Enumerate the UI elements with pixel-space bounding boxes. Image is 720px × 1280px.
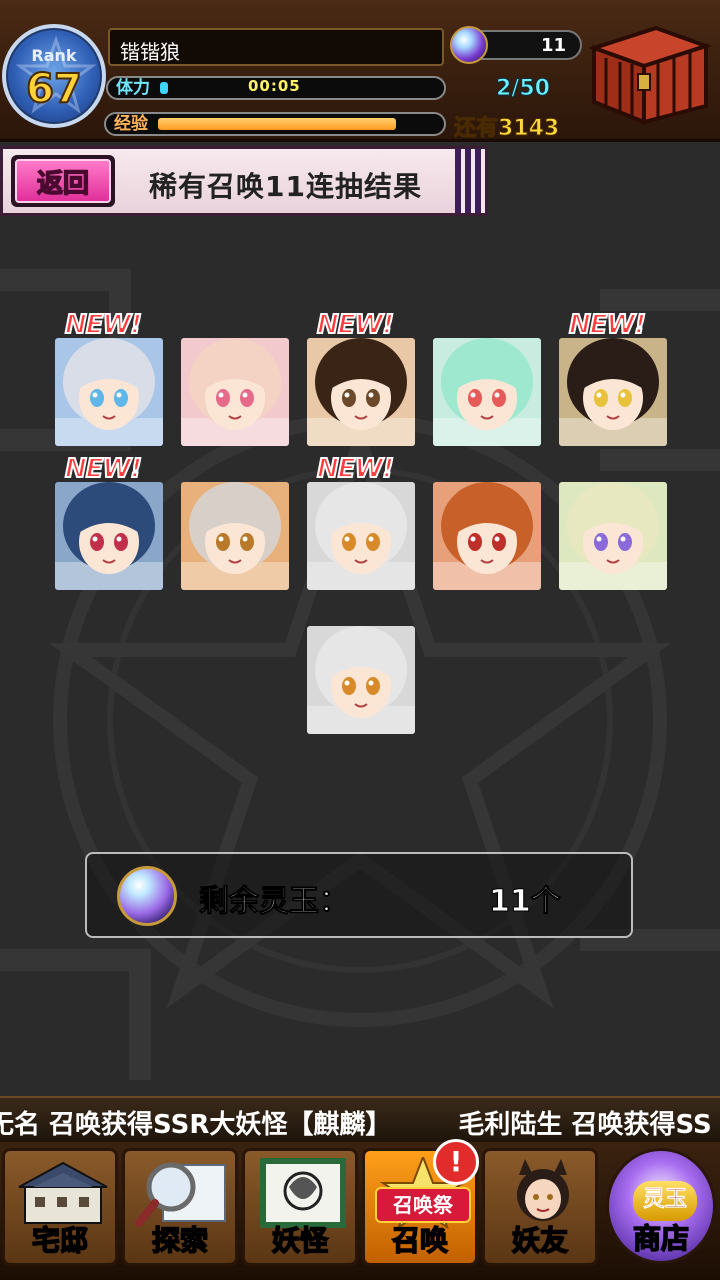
character-portrait xyxy=(55,482,163,590)
top-status-bar: Rank 67 锴锴狼 体力 00:05 经验 11 2/50 还有3143 xyxy=(0,0,720,142)
title-strip-stripes xyxy=(455,149,485,213)
character-card[interactable] xyxy=(307,338,415,446)
character-card[interactable] xyxy=(433,338,541,446)
nav-label: 宅邸 xyxy=(31,1223,89,1258)
nav-label: 商店 xyxy=(632,1221,690,1256)
page-title: 稀有召唤11连抽结果 xyxy=(149,170,422,203)
character-card[interactable] xyxy=(559,482,667,590)
exp-remaining: 还有3143 xyxy=(453,116,560,142)
new-badge: NEW! xyxy=(568,309,647,341)
nav-yokai[interactable]: 妖怪 xyxy=(242,1148,358,1266)
rank-label: Rank xyxy=(31,46,77,65)
exp-bar: 经验 xyxy=(104,112,446,136)
stamina-bar: 体力 00:05 xyxy=(106,76,446,100)
ticker-message: 毛利陆生 召唤获得SS xyxy=(458,1110,712,1140)
summon-festival-label: 召唤祭 xyxy=(375,1187,471,1223)
character-portrait xyxy=(559,338,667,446)
announcement-ticker: 无名 召唤获得SSR大妖怪【麒麟】 毛利陆生 召唤获得SS xyxy=(0,1096,720,1142)
rank-badge[interactable]: Rank 67 xyxy=(2,24,106,128)
nav-friends[interactable]: 妖友 xyxy=(482,1148,598,1266)
bottom-navigation: 宅邸 探索 妖怪 召唤祭 ! 召唤 妖友 灵玉 商店 xyxy=(0,1139,720,1280)
remaining-orbs-value: 11个 xyxy=(489,884,562,920)
new-badge: NEW! xyxy=(64,309,143,341)
character-card[interactable] xyxy=(181,482,289,590)
character-portrait xyxy=(181,482,289,590)
nav-label: 妖怪 xyxy=(271,1223,329,1258)
page-title-strip: 返回 稀有召唤11连抽结果 xyxy=(0,146,488,216)
character-portrait xyxy=(433,338,541,446)
remaining-orbs-panel: 剩余灵玉： 11个 xyxy=(85,852,633,938)
spirit-orb-icon xyxy=(450,26,488,64)
spirit-orb-label: 灵玉 xyxy=(633,1181,697,1221)
rank-value: 67 xyxy=(25,65,83,113)
new-badge: NEW! xyxy=(316,309,395,341)
nav-summon[interactable]: 召唤祭 ! 召唤 xyxy=(362,1139,479,1266)
character-card[interactable] xyxy=(559,338,667,446)
character-card[interactable] xyxy=(55,338,163,446)
back-button[interactable]: 返回 xyxy=(11,155,115,207)
stamina-fill xyxy=(160,82,168,94)
character-card[interactable] xyxy=(181,338,289,446)
nav-label: 探索 xyxy=(151,1223,209,1258)
nav-label: 召唤 xyxy=(391,1223,449,1258)
back-button-face: 返回 xyxy=(15,159,111,203)
character-portrait xyxy=(307,626,415,734)
nav-mansion[interactable]: 宅邸 xyxy=(2,1148,118,1266)
nav-explore[interactable]: 探索 xyxy=(122,1148,238,1266)
notification-badge: ! xyxy=(433,1139,479,1185)
player-name: 锴锴狼 xyxy=(120,40,180,64)
spirit-orb-icon xyxy=(117,866,177,926)
orb-count: 11 xyxy=(540,35,566,56)
character-portrait xyxy=(181,338,289,446)
ticker-message: 无名 召唤获得SSR大妖怪【麒麟】 xyxy=(0,1110,392,1140)
orb-counter[interactable]: 11 xyxy=(450,26,582,64)
character-card[interactable] xyxy=(307,626,415,734)
character-card[interactable] xyxy=(55,482,163,590)
new-badge: NEW! xyxy=(316,453,395,485)
back-button-label: 返回 xyxy=(36,168,90,200)
exp-label: 经验 xyxy=(114,114,148,134)
exp-fill xyxy=(158,118,396,130)
treasure-chest-icon[interactable] xyxy=(586,18,712,130)
character-portrait xyxy=(559,482,667,590)
stamina-timer: 00:05 xyxy=(248,77,301,95)
character-card[interactable] xyxy=(433,482,541,590)
new-badge: NEW! xyxy=(64,453,143,485)
character-portrait xyxy=(55,338,163,446)
character-portrait xyxy=(307,338,415,446)
stamina-label: 体力 xyxy=(116,78,150,98)
player-name-box: 锴锴狼 xyxy=(108,28,444,66)
character-card[interactable] xyxy=(307,482,415,590)
ticker-text: 无名 召唤获得SSR大妖怪【麒麟】 毛利陆生 召唤获得SS xyxy=(0,1104,720,1141)
nav-shop[interactable]: 灵玉 商店 xyxy=(606,1148,716,1264)
character-portrait xyxy=(433,482,541,590)
remaining-orbs-label: 剩余灵玉： xyxy=(199,884,350,920)
nav-label: 妖友 xyxy=(511,1223,569,1258)
character-portrait xyxy=(307,482,415,590)
stamina-count: 2/50 xyxy=(496,76,551,102)
